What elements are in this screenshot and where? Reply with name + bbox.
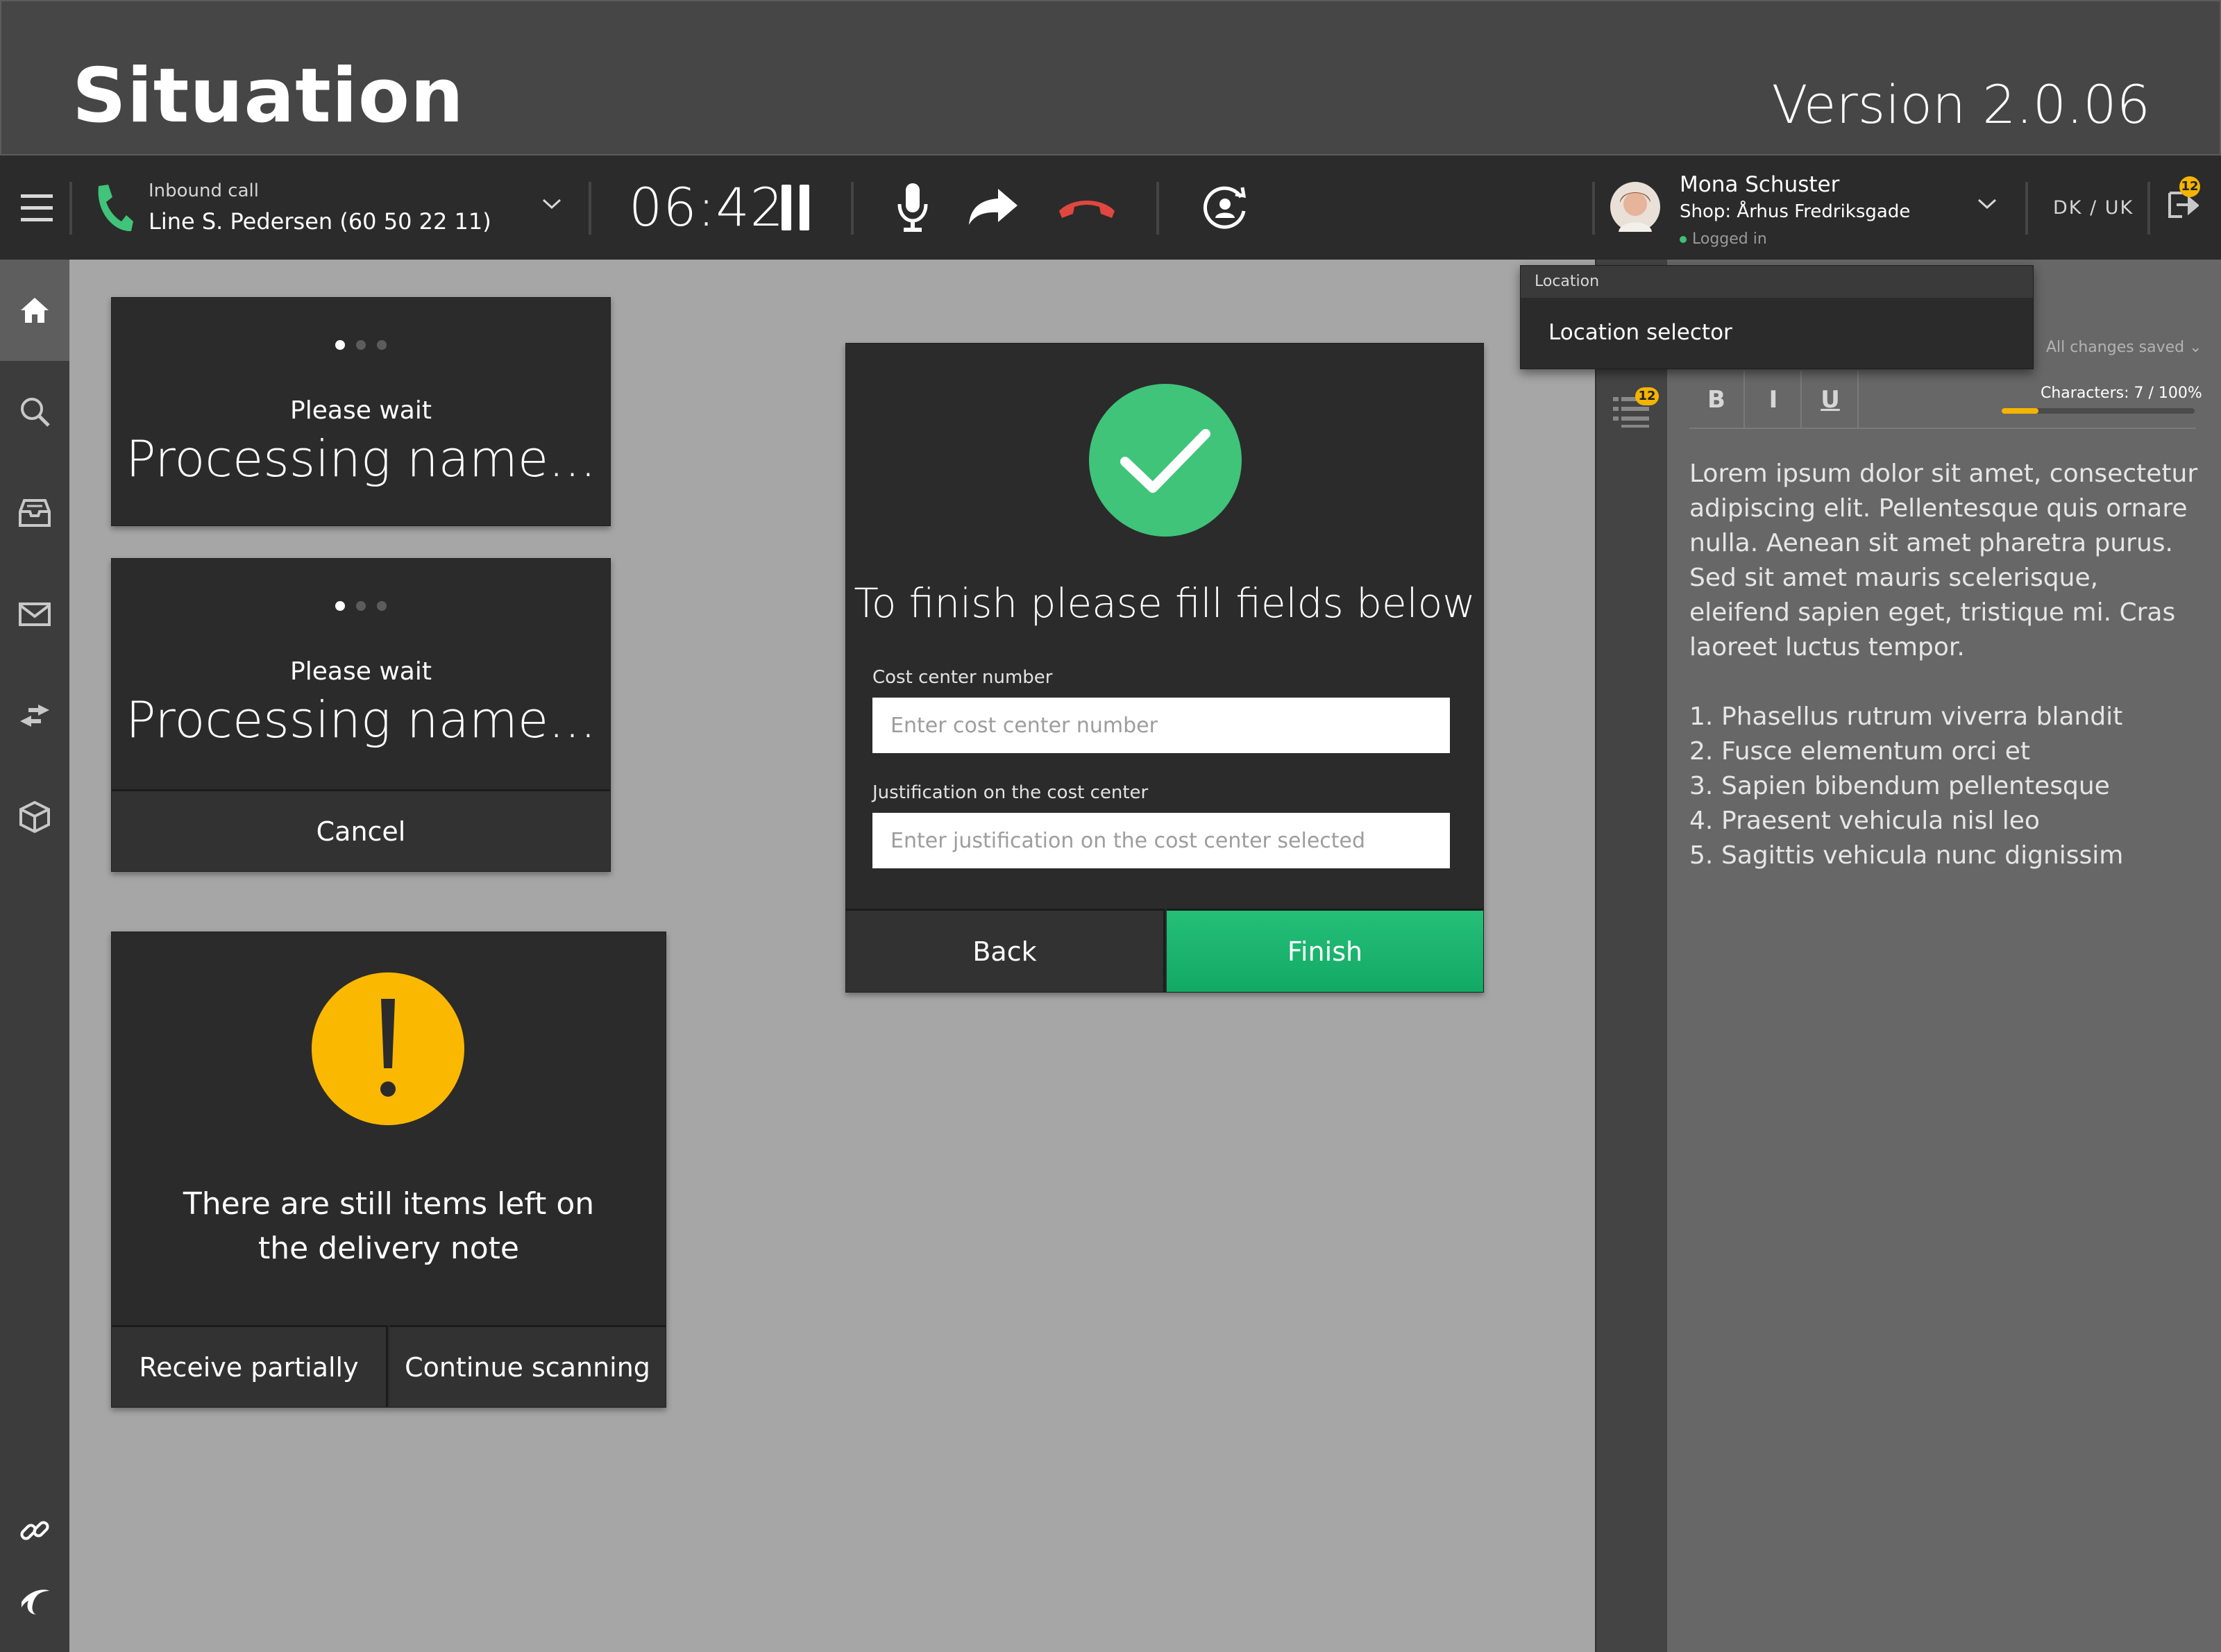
user-name: Mona Schuster — [1680, 172, 1840, 197]
processing-status: Processing name... — [126, 430, 596, 488]
nav-home[interactable] — [0, 260, 69, 361]
processing-card-1: Please wait Processing name... — [111, 297, 611, 526]
italic-button[interactable]: I — [1746, 371, 1802, 429]
list-item-text: Sapien bibendum pellentesque — [1721, 772, 2110, 800]
check-icon — [1089, 384, 1242, 539]
forward-icon[interactable] — [968, 187, 1019, 229]
nav-brand[interactable] — [0, 1551, 69, 1652]
list-item-number: 5. — [1689, 841, 1714, 870]
pause-icon[interactable] — [780, 185, 812, 233]
search-icon — [21, 398, 50, 427]
list-item-number: 2. — [1689, 737, 1714, 766]
please-wait-label: Please wait — [290, 657, 432, 686]
list-item-number: 3. — [1689, 772, 1714, 800]
transfer-icon — [20, 705, 49, 727]
archive-icon — [19, 499, 51, 527]
continue-scanning-button[interactable]: Continue scanning — [389, 1325, 666, 1407]
cost-center-input[interactable] — [872, 698, 1450, 753]
list-item: 5. Sagittis vehicula nunc dignissim — [1689, 838, 2203, 873]
processing-status: Processing name... — [126, 691, 596, 749]
cancel-button[interactable]: Cancel — [112, 789, 610, 871]
note-list[interactable]: 1. Phasellus rutrum viverra blandit 2. Fusc… — [1689, 700, 2203, 873]
user-menu-chevron-icon[interactable] — [1977, 197, 1998, 214]
list-item-number: 1. — [1689, 702, 1714, 731]
user-status-label: Logged in — [1692, 230, 1767, 248]
underline-button[interactable]: U — [1803, 371, 1859, 429]
justification-label: Justification on the cost center — [872, 782, 1149, 803]
menu-icon[interactable] — [21, 193, 53, 225]
finish-button[interactable]: Finish — [1167, 909, 1483, 992]
dropdown-header: Location — [1521, 266, 2033, 298]
app-title: Situation — [72, 53, 464, 140]
processing-card-2: Please wait Processing name... Cancel — [111, 558, 611, 872]
bold-button[interactable]: B — [1689, 371, 1745, 429]
list-item-text: Phasellus rutrum viverra blandit — [1721, 702, 2123, 731]
chevron-down-icon[interactable] — [541, 197, 562, 214]
character-count: Characters: 7 / 100% — [2041, 385, 2202, 402]
warning-message-line1: There are still items left on — [183, 1186, 595, 1222]
notification-badge: 12 — [2179, 176, 2200, 197]
user-refresh-icon[interactable] — [1201, 183, 1251, 236]
location-dropdown: Location Location selector — [1520, 265, 2034, 369]
microphone-icon[interactable] — [895, 183, 930, 236]
list-item-number: 4. — [1689, 807, 1714, 835]
brand-icon — [22, 1590, 49, 1615]
caller-name: Line S. Pedersen (60 50 22 11) — [149, 208, 491, 235]
phone-icon — [93, 183, 135, 236]
nav-box[interactable] — [0, 766, 69, 868]
nav-mail[interactable] — [0, 564, 69, 665]
list-item: 2. Fusce elementum orci et — [1689, 734, 2203, 769]
nav-archive[interactable] — [0, 462, 69, 564]
please-wait-label: Please wait — [290, 396, 432, 425]
save-status[interactable]: All changes saved ⌄ — [2046, 339, 2202, 356]
list-item: 1. Phasellus rutrum viverra blandit — [1689, 700, 2203, 734]
avatar[interactable] — [1610, 182, 1660, 235]
list-item: 3. Sapien bibendum pellentesque — [1689, 769, 2203, 804]
user-shop: Shop: Århus Fredriksgade — [1680, 201, 1911, 222]
call-type-label: Inbound call — [149, 180, 259, 201]
note-body[interactable]: Lorem ipsum dolor sit amet, consectetur … — [1689, 457, 2203, 665]
link-icon — [20, 1521, 49, 1540]
save-status-label: All changes saved — [2046, 339, 2185, 356]
call-toolbar: Inbound call Line S. Pedersen (60 50 22 … — [0, 155, 2221, 261]
nav-transfer[interactable] — [0, 665, 69, 766]
character-progress — [2002, 408, 2195, 414]
left-nav — [0, 260, 69, 1652]
exclamation-icon — [312, 972, 464, 1128]
justification-input[interactable] — [872, 813, 1450, 868]
save-status-chevron-icon: ⌄ — [2189, 339, 2202, 356]
mail-icon — [19, 602, 51, 626]
list-item-text: Fusce elementum orci et — [1721, 737, 2031, 766]
loading-dots — [112, 600, 610, 614]
warning-card: There are still items left on the delive… — [111, 932, 666, 1408]
editor-rail — [1595, 260, 1667, 1652]
location-selector-item[interactable]: Location selector — [1548, 320, 1732, 345]
dialog-heading: To finish please fill fields below — [854, 580, 1476, 627]
loading-dots — [112, 339, 610, 353]
list-item: 4. Praesent vehicula nisl leo — [1689, 804, 2203, 838]
list-item-text: Sagittis vehicula nunc dignissim — [1721, 841, 2124, 870]
language-switch[interactable]: DK / UK — [2053, 197, 2134, 219]
list-item-text: Praesent vehicula nisl leo — [1721, 807, 2040, 835]
back-button[interactable]: Back — [846, 909, 1165, 992]
finish-dialog: To finish please fill fields below Cost … — [845, 343, 1484, 993]
character-progress-fill — [2002, 408, 2038, 414]
home-icon — [21, 298, 49, 323]
cost-center-label: Cost center number — [872, 667, 1053, 688]
warning-message-line2: the delivery note — [258, 1231, 519, 1266]
notes-badge: 12 — [1635, 387, 1659, 405]
title-bar: Situation Version 2.0.06 — [0, 0, 2221, 155]
version-label: Version 2.0.06 — [1771, 74, 2150, 135]
user-status: Logged in — [1680, 230, 1767, 248]
box-icon — [19, 801, 50, 833]
hangup-icon[interactable] — [1058, 196, 1116, 224]
call-timer: 06:42 — [629, 176, 785, 238]
receive-partially-button[interactable]: Receive partially — [112, 1325, 388, 1407]
nav-search[interactable] — [0, 361, 69, 462]
